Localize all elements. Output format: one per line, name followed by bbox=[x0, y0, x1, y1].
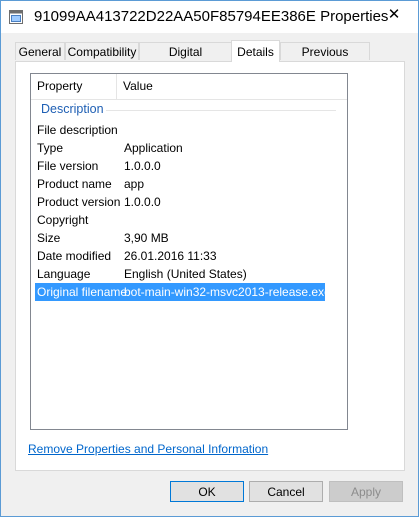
group-divider bbox=[106, 110, 336, 111]
tab-details[interactable]: Details bbox=[231, 40, 280, 62]
property-name: File description bbox=[37, 123, 118, 137]
property-value: 3,90 MB bbox=[124, 231, 169, 245]
property-name: Product name bbox=[37, 177, 112, 191]
property-value: 26.01.2016 11:33 bbox=[124, 249, 217, 263]
close-button[interactable]: ✕ bbox=[371, 1, 417, 27]
tab-compatibility[interactable]: Compatibility bbox=[65, 42, 139, 60]
property-value: app bbox=[124, 177, 145, 191]
property-name: Type bbox=[37, 141, 64, 155]
ok-button[interactable]: OK bbox=[170, 481, 244, 502]
cancel-button[interactable]: Cancel bbox=[249, 481, 323, 502]
tab-previous-versions[interactable]: Previous Versions bbox=[280, 42, 370, 77]
property-name: File version bbox=[37, 159, 99, 173]
list-item[interactable]: File description bbox=[35, 121, 325, 139]
property-name: Copyright bbox=[37, 213, 89, 227]
list-item[interactable]: Language English (United States) bbox=[35, 265, 325, 283]
property-name: Date modified bbox=[37, 249, 112, 263]
remove-properties-link[interactable]: Remove Properties and Personal Informati… bbox=[28, 442, 268, 456]
details-list[interactable]: Property Value Description File descript… bbox=[30, 73, 348, 430]
tab-digital-signatures[interactable]: Digital Signatures bbox=[139, 42, 232, 77]
properties-dialog: 91099AA413722D22AA50F85794EE386E Propert… bbox=[0, 0, 419, 517]
details-panel: Property Value Description File descript… bbox=[15, 61, 405, 471]
column-header-value[interactable]: Value bbox=[117, 74, 347, 99]
property-value: 1.0.0.0 bbox=[124, 195, 161, 209]
list-header: Property Value bbox=[31, 74, 347, 100]
list-item[interactable]: Type Application bbox=[35, 139, 325, 157]
list-item[interactable]: Product name app bbox=[35, 175, 325, 193]
group-header-description: Description bbox=[41, 102, 104, 116]
property-name: Original filename bbox=[37, 285, 128, 299]
list-item[interactable]: Date modified 26.01.2016 11:33 bbox=[35, 247, 325, 265]
column-header-property[interactable]: Property bbox=[31, 74, 117, 99]
window-title: 91099AA413722D22AA50F85794EE386E Propert… bbox=[34, 8, 389, 25]
apply-button[interactable]: Apply bbox=[329, 481, 403, 502]
tab-general[interactable]: General bbox=[15, 42, 65, 60]
property-value: Application bbox=[124, 141, 183, 155]
property-name: Product version bbox=[37, 195, 121, 209]
list-item[interactable]: Copyright bbox=[35, 211, 325, 229]
list-item-selected[interactable]: Original filename bot-main-win32-msvc201… bbox=[35, 283, 331, 301]
property-name: Language bbox=[37, 267, 91, 281]
property-value: English (United States) bbox=[124, 267, 247, 281]
file-icon bbox=[9, 10, 23, 24]
close-icon: ✕ bbox=[387, 6, 401, 23]
list-item[interactable]: Size 3,90 MB bbox=[35, 229, 325, 247]
property-value: 1.0.0.0 bbox=[124, 159, 161, 173]
property-name: Size bbox=[37, 231, 61, 245]
tab-strip: General Compatibility Digital Signatures… bbox=[15, 40, 405, 77]
list-item[interactable]: File version 1.0.0.0 bbox=[35, 157, 325, 175]
list-item[interactable]: Product version 1.0.0.0 bbox=[35, 193, 325, 211]
title-bar: 91099AA413722D22AA50F85794EE386E Propert… bbox=[1, 1, 418, 33]
property-value: bot-main-win32-msvc2013-release.exe bbox=[124, 285, 331, 299]
